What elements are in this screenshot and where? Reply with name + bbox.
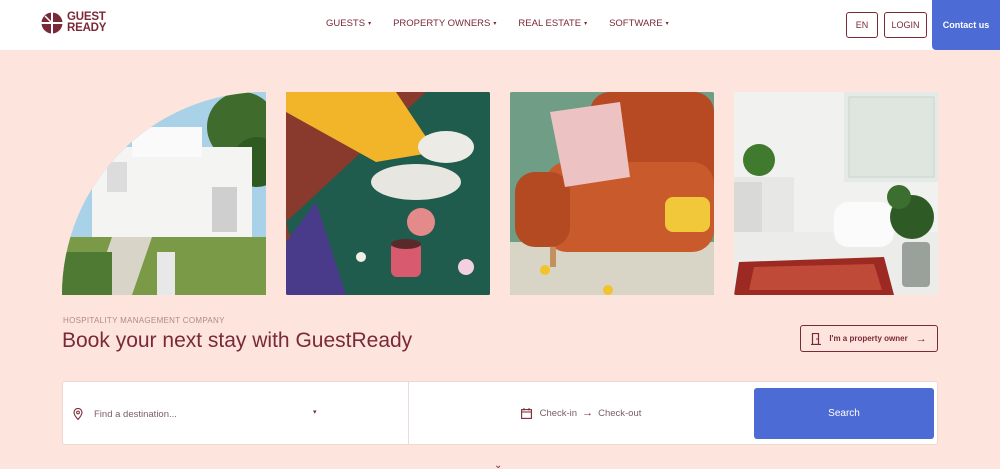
nav-guests[interactable]: GUESTS ▾ (326, 18, 371, 29)
contact-us-button[interactable]: Contact us (932, 0, 1000, 50)
checkout-label: Check-out (598, 407, 642, 419)
property-owner-label: I'm a property owner (829, 334, 908, 343)
hero-image-bathroom (734, 92, 938, 295)
page-title: Book your next stay with GuestReady (62, 329, 413, 352)
caret-down-icon: ▾ (665, 21, 669, 27)
nav-software-label: SOFTWARE (609, 18, 663, 29)
login-button[interactable]: LOGIN (884, 12, 927, 38)
nav-property-owners-label: PROPERTY OWNERS (393, 18, 491, 29)
main-nav: GUESTS ▾ PROPERTY OWNERS ▾ REAL ESTATE ▾… (326, 18, 691, 29)
logo-line-2: READY (67, 22, 107, 34)
calendar-icon (520, 407, 532, 419)
property-owner-button[interactable]: I'm a property owner → (800, 325, 938, 352)
hero-image-sofa (510, 92, 714, 295)
date-range-field[interactable]: Check-in → Check-out (409, 382, 753, 444)
caret-down-icon: ▾ (368, 21, 372, 27)
checkin-label: Check-in (539, 407, 578, 419)
chevron-down-icon: ▾ (313, 409, 317, 416)
nav-software[interactable]: SOFTWARE ▾ (609, 18, 669, 29)
search-bar: Find a destination... ▾ Check-in → Check… (62, 381, 938, 445)
nav-guests-label: GUESTS (326, 18, 366, 29)
language-button[interactable]: EN (846, 12, 878, 38)
door-icon (811, 332, 822, 345)
destination-placeholder: Find a destination... (94, 409, 177, 420)
hero-eyebrow: HOSPITALITY MANAGEMENT COMPANY (63, 316, 225, 325)
logo-text: GUEST READY (67, 11, 107, 34)
destination-field[interactable]: Find a destination... ▾ (63, 382, 409, 444)
hero-image-slippers (286, 92, 490, 295)
caret-down-icon: ▾ (584, 21, 588, 27)
nav-real-estate-label: REAL ESTATE (518, 18, 582, 29)
guestready-logo[interactable]: GUEST READY (41, 11, 107, 34)
caret-down-icon: ▾ (493, 21, 497, 27)
search-button[interactable]: Search (754, 388, 934, 439)
logo-mark-icon (41, 12, 63, 34)
nav-property-owners[interactable]: PROPERTY OWNERS ▾ (393, 18, 496, 29)
scroll-down-chevron-icon[interactable]: ⌄ (494, 460, 502, 469)
hero-image-villa (62, 92, 266, 295)
location-pin-icon (73, 408, 83, 420)
arrow-right-icon: → (915, 332, 927, 345)
nav-real-estate[interactable]: REAL ESTATE ▾ (518, 18, 587, 29)
site-header: GUEST READY GUESTS ▾ PROPERTY OWNERS ▾ R… (0, 0, 1000, 50)
arrow-right-icon: → (582, 407, 594, 419)
